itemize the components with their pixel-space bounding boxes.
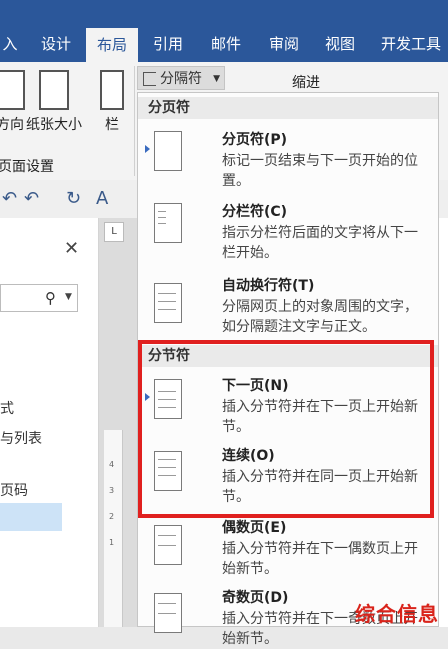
menu-item-page-break[interactable]: 分页符(P) 标记一页结束与下一页开始的位置。 <box>138 123 438 189</box>
breaks-label: 分隔符 <box>160 71 202 87</box>
highlight-box <box>138 340 434 518</box>
group-separator <box>134 66 135 176</box>
page-break-icon <box>145 129 188 173</box>
menu-item-title: 偶数页(E) <box>222 520 287 536</box>
search-input[interactable]: ⚲ ▼ <box>0 284 78 312</box>
nav-selected-heading[interactable] <box>0 503 62 531</box>
nav-heading[interactable]: 与列表 <box>0 428 42 448</box>
column-break-icon <box>150 201 188 245</box>
text-effects-icon[interactable]: A <box>96 188 108 209</box>
odd-page-section-icon <box>150 591 188 635</box>
menu-item-even-page[interactable]: 偶数页(E) 插入分节符并在下一偶数页上开始新节。 <box>138 517 438 581</box>
tab-view[interactable]: 视图 <box>318 0 362 62</box>
columns-button[interactable]: 栏 <box>94 70 130 134</box>
undo-dropdown-icon[interactable]: ↶ <box>24 188 39 209</box>
page-setup-group-label: 页面设置 <box>0 159 54 175</box>
ruler-number: 3 <box>109 486 115 495</box>
watermark: 综合信息 <box>355 602 439 626</box>
search-icon: ⚲ <box>45 289 56 307</box>
ruler-number: 1 <box>109 538 115 547</box>
menu-item-desc: 分隔网页上的对象周围的文字，如分隔题注文字与正文。 <box>222 299 418 335</box>
section-header-page-breaks: 分页符 <box>138 97 438 119</box>
paper-size-label: 纸张大小 <box>26 117 82 133</box>
close-icon[interactable]: ✕ <box>64 238 79 259</box>
paper-size-icon <box>39 70 69 110</box>
breaks-icon <box>143 72 156 86</box>
breaks-button[interactable]: 分隔符 ▼ <box>137 66 225 90</box>
menu-item-title: 自动换行符(T) <box>222 278 315 294</box>
menu-item-title: 奇数页(D) <box>222 590 289 606</box>
menu-item-title: 分页符(P) <box>222 132 288 148</box>
chevron-down-icon: ▼ <box>213 74 220 84</box>
columns-label: 栏 <box>105 117 119 133</box>
menu-item-desc: 插入分节符并在下一偶数页上开始新节。 <box>222 541 418 577</box>
tab-references[interactable]: 引用 <box>146 0 190 62</box>
menu-item-desc: 指示分栏符后面的文字将从下一栏开始。 <box>222 225 418 261</box>
vertical-ruler: 4 3 2 1 <box>104 430 123 627</box>
menu-item-text-wrapping-break[interactable]: 自动换行符(T) 分隔网页上的对象周围的文字，如分隔题注文字与正文。 <box>138 269 438 337</box>
tab-layout[interactable]: 布局 <box>86 28 138 62</box>
tab-developer[interactable]: 开发工具 <box>374 0 448 62</box>
undo-icon[interactable]: ↶ <box>2 188 17 209</box>
orientation-label: 方向 <box>0 117 24 133</box>
redo-icon[interactable]: ↻ <box>66 188 81 209</box>
nav-heading[interactable]: 页码 <box>0 480 28 500</box>
columns-icon <box>100 70 124 110</box>
tab-review[interactable]: 审阅 <box>262 0 306 62</box>
text-wrapping-break-icon <box>150 281 188 325</box>
even-page-section-icon <box>150 523 188 567</box>
chevron-down-icon[interactable]: ▼ <box>65 292 72 302</box>
ruler-number: 2 <box>109 512 115 521</box>
menu-item-desc: 标记一页结束与下一页开始的位置。 <box>222 153 418 189</box>
ruler-number: 4 <box>109 460 115 469</box>
menu-item-title: 分栏符(C) <box>222 204 288 220</box>
menu-item-column-break[interactable]: 分栏符(C) 指示分栏符后面的文字将从下一栏开始。 <box>138 193 438 261</box>
indent-label: 缩进 <box>292 75 320 91</box>
tab-design[interactable]: 设计 <box>34 0 78 62</box>
navigation-pane: ✕ ⚲ ▼ 式 与列表 页码 <box>0 218 99 627</box>
ribbon-tab-bar: 入 设计 布局 引用 邮件 审阅 视图 开发工具 <box>0 0 448 62</box>
tab-insert-partial[interactable]: 入 <box>0 0 20 62</box>
paper-size-button[interactable]: 纸张大小 <box>22 70 86 134</box>
nav-heading[interactable]: 式 <box>0 398 14 418</box>
tab-mailings[interactable]: 邮件 <box>204 0 248 62</box>
tab-selector[interactable]: L <box>104 222 124 242</box>
